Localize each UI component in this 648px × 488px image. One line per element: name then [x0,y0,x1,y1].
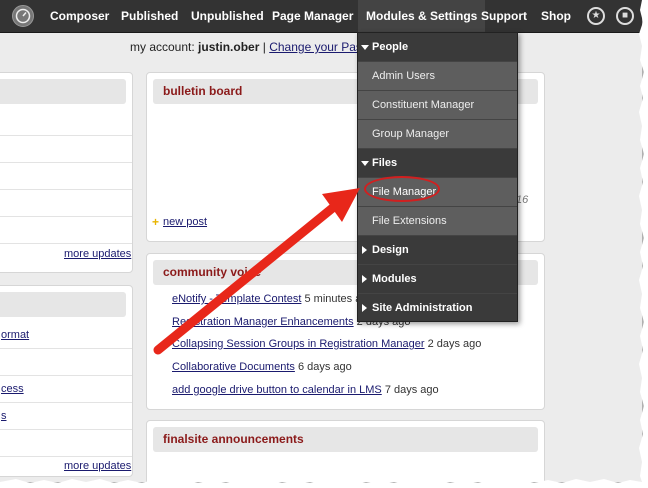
torn-edge-decoration [0,0,648,488]
